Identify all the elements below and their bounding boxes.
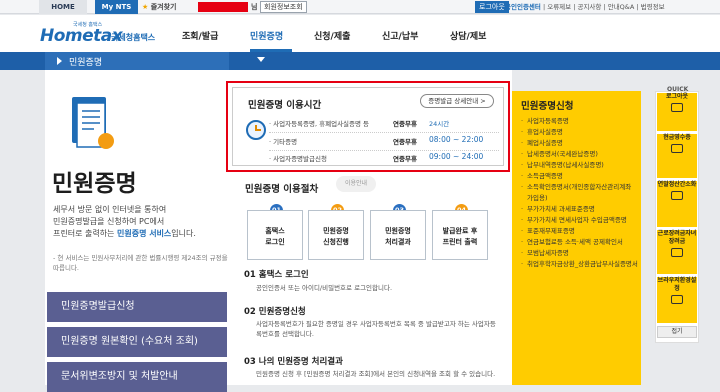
- arrow-right-icon: [57, 57, 62, 65]
- sub-nav-bar: 민원증명: [0, 52, 720, 70]
- hours-row: 기타증명 연중무휴 08:00 ~ 22:00: [233, 135, 505, 150]
- top-bar: HOME My NTS ★ 즐겨찾기 님 회원정보조회 로그아웃 공인인증센터 …: [0, 0, 720, 14]
- step-heading: 03 나의 민원증명 처리결과: [244, 357, 343, 367]
- star-icon: ★: [142, 3, 149, 11]
- header: 국세청 홈택스 Hometax 국세청홈택스 조회/발급 민원증명 신청/제출 …: [0, 15, 720, 52]
- request-panel-title: 민원증명신청: [521, 101, 574, 112]
- utility-links: 공인인증센터 | 오류제보 | 공지사항 | 안내Q&A | 법령정보: [505, 3, 665, 11]
- error-report-link[interactable]: 오류제보: [547, 3, 571, 11]
- issue-detail-button[interactable]: 증명발급 상세안내 >: [420, 94, 494, 108]
- name-suffix: 님: [251, 3, 258, 11]
- usage-hours-title: 민원증명 이용시간: [248, 100, 322, 111]
- notice-link[interactable]: 공지사항: [577, 3, 601, 11]
- gnb-civil-certificate[interactable]: 민원증명: [250, 29, 283, 42]
- law-note: - 현 서비스는 민원사무처리에 관한 법률시행령 제24조의 규정을 따릅니다…: [53, 254, 228, 272]
- step-heading: 02 민원증명신청: [244, 307, 306, 317]
- lock-icon: [671, 103, 683, 112]
- step-text: 민원증명 신청 후 [민원증명 처리결과 조회]에서 본인의 신청내역을 조회 …: [256, 370, 496, 378]
- procedure-step: 발급완료 후 프린터 출력: [432, 210, 488, 260]
- certificate-link[interactable]: 연금보험료등 소득·세액 공제확인서: [521, 237, 639, 248]
- certificate-link[interactable]: 휴업사실증명: [521, 127, 639, 138]
- chevron-down-icon: [257, 57, 265, 62]
- hours-row: 사업자증명발급신청 연중무휴 09:00 ~ 24:00: [233, 152, 505, 167]
- gnb-inquiry-issue[interactable]: 조회/발급: [182, 29, 218, 42]
- certificate-link[interactable]: 폐업사실증명: [521, 138, 639, 149]
- procedure-title: 민원증명 이용절차: [245, 184, 319, 195]
- calendar-icon: [671, 191, 683, 200]
- document-icon: [72, 97, 114, 149]
- quick-cash-receipt[interactable]: 현금영수증: [657, 134, 697, 178]
- law-info-link[interactable]: 법령정보: [641, 3, 665, 11]
- certificate-link[interactable]: 표준재무제표증명: [521, 226, 639, 237]
- guide-stamp: 이용안내: [336, 176, 376, 192]
- logout-button[interactable]: 로그아웃: [475, 1, 509, 13]
- gnb-apply-submit[interactable]: 신청/제출: [314, 29, 350, 42]
- step-heading: 01 홈택스 로그인: [244, 270, 309, 280]
- cert-center-link[interactable]: 공인인증센터: [505, 3, 541, 11]
- usage-hours-box: 민원증명 이용시간 증명발급 상세안내 > 사업자등록증명, 휴폐업사실증명 등…: [226, 81, 510, 172]
- certificate-request-panel: 민원증명신청 사업자등록증명 휴업사실증명 폐업사실증명 납세증명서(국세완납증…: [512, 91, 641, 385]
- quick-year-end[interactable]: 연말정산간소화: [657, 181, 697, 227]
- guide-qa-link[interactable]: 안내Q&A: [608, 3, 635, 11]
- step-text: 사업자등록번호가 필요한 증명일 경우 사업자등록번호 목록 중 발급받고자 하…: [256, 320, 496, 338]
- certificate-link[interactable]: 납세증명서(국세완납증명): [521, 149, 639, 160]
- breadcrumb-title: 민원증명: [69, 58, 103, 68]
- redacted-username: [198, 2, 248, 12]
- certificate-issue-button[interactable]: 민원증명발급신청: [47, 292, 227, 322]
- hometax-logo[interactable]: 국세청 홈택스 Hometax 국세청홈택스: [40, 21, 170, 47]
- breadcrumb-dropdown[interactable]: 민원증명: [45, 52, 265, 70]
- left-panel: 민원증명 세무서 방문 없이 인터넷을 통하여 민원증명발급을 신청하여 PC에…: [45, 70, 230, 392]
- procedure-step: 민원증명 신청진행: [308, 210, 364, 260]
- quick-close-button[interactable]: 접기: [657, 326, 697, 338]
- certificate-link[interactable]: 부가가치세 면세사업자 수입금액증명: [521, 215, 639, 226]
- favorites-link[interactable]: ★ 즐겨찾기: [142, 0, 176, 14]
- certificate-link[interactable]: 부가가치세 과세표준증명: [521, 204, 639, 215]
- gear-icon: [671, 295, 683, 304]
- forgery-prevention-button[interactable]: 문서위변조방지 및 처발안내: [47, 362, 227, 392]
- service-description: 세무서 방문 없이 인터넷을 통하여 민원증명발급을 신청하여 PC에서 프린터…: [53, 205, 196, 238]
- gnb-consult-report[interactable]: 상담/제보: [450, 29, 486, 42]
- hours-row: 사업자등록증명, 휴폐업사실증명 등 연중무휴 24시간: [233, 118, 505, 132]
- page-title: 민원증명: [52, 171, 137, 197]
- quick-browser-settings[interactable]: 브라우저환경설정: [657, 277, 697, 323]
- certificate-link[interactable]: 소득금액증명: [521, 171, 639, 182]
- my-nts-tab[interactable]: My NTS: [95, 0, 138, 14]
- certificate-link[interactable]: 취업후학자금상환_상환금납부사실증명서: [521, 259, 639, 270]
- certificate-link[interactable]: 사업자등록증명: [521, 116, 639, 127]
- quick-earned-income[interactable]: 근로장려금자녀장려금: [657, 230, 697, 274]
- certificate-link[interactable]: 모범납세자증명: [521, 248, 639, 259]
- certificate-link[interactable]: 소득확인증명서(개인종합자산관리계좌 가입용): [521, 182, 639, 204]
- procedure-step: 민원증명 처리결과: [370, 210, 426, 260]
- gnb-report-pay[interactable]: 신고/납부: [382, 29, 418, 42]
- certificate-link[interactable]: 납부내역증명(납세사실증명): [521, 160, 639, 171]
- step-text: 공인인증서 또는 아이디/비밀번호로 로그인합니다.: [256, 284, 393, 292]
- certificate-list: 사업자등록증명 휴업사실증명 폐업사실증명 납세증명서(국세완납증명) 납부내역…: [521, 116, 639, 270]
- receipt-icon: [671, 144, 683, 153]
- heart-icon: [671, 248, 683, 257]
- quick-logout[interactable]: 로그아웃: [657, 93, 697, 131]
- original-verify-button[interactable]: 민원증명 원본확인 (수요처 조회): [47, 327, 227, 357]
- procedure-step: 홈택스 로그인: [247, 210, 303, 260]
- home-tab[interactable]: HOME: [39, 0, 87, 14]
- member-info-button[interactable]: 회원정보조회: [260, 1, 307, 13]
